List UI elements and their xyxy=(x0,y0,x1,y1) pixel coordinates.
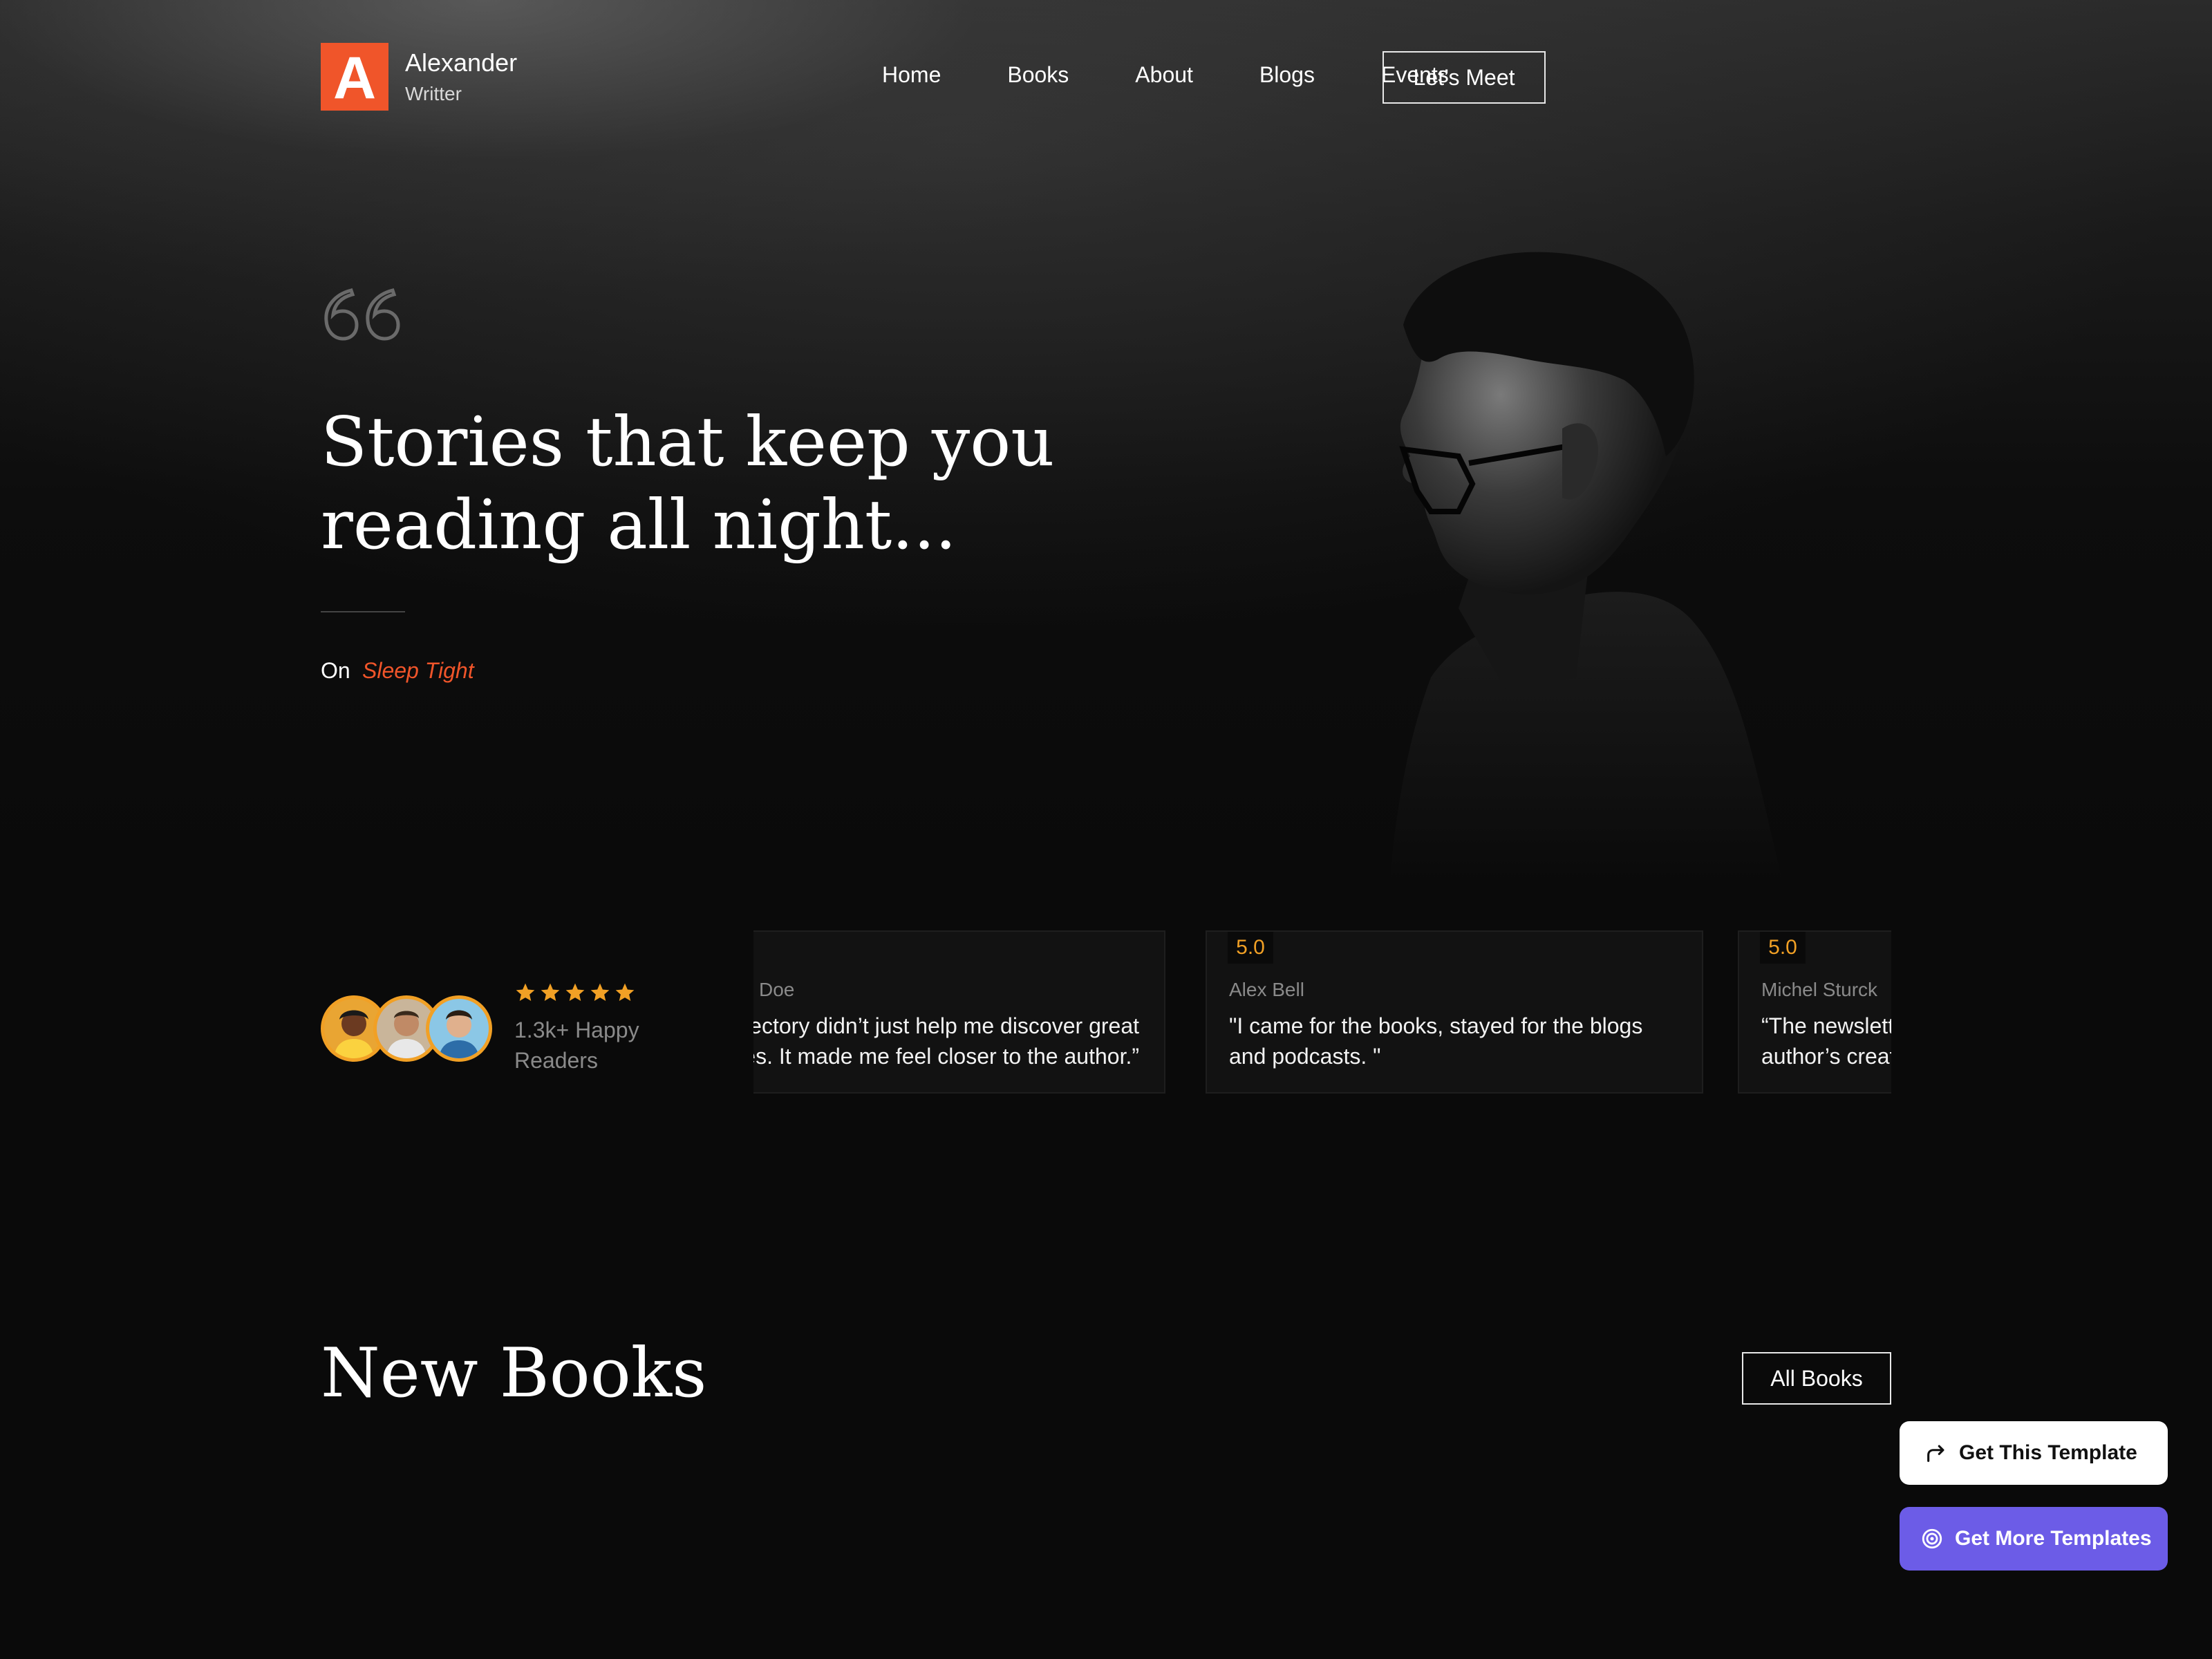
hero-divider xyxy=(321,611,405,612)
reviewer-name: Michel Sturck xyxy=(1761,979,1878,1000)
get-this-template-label: Get This Template xyxy=(1959,1441,2137,1464)
brand-role: Writter xyxy=(405,83,462,104)
star-icon xyxy=(615,983,635,1001)
review-card: Doe The book directory didn’t just help … xyxy=(753,930,1165,1094)
star-icon xyxy=(516,983,535,1001)
review-card: 5.0 Michel Sturck “The newsletter keeps … xyxy=(1738,930,1891,1094)
review-text: “The newsletter keeps me close to the au… xyxy=(1761,1013,1891,1069)
author-portrait xyxy=(1389,252,1783,885)
get-this-template-button[interactable]: Get This Template xyxy=(1900,1421,2168,1485)
reviewer-name: Alex Bell xyxy=(1229,979,1304,1000)
nav-books[interactable]: Books xyxy=(1007,62,1069,88)
review-text: "I came for the books, stayed for the bl… xyxy=(1229,1013,1643,1069)
reviewer-name: Doe xyxy=(759,979,795,1000)
review-card: 5.0 Alex Bell "I came for the books, sta… xyxy=(1206,930,1703,1094)
avatar xyxy=(426,995,492,1062)
logo-letter: A xyxy=(332,45,377,111)
happy-readers-count: 1.3k+ Happy Readers xyxy=(514,1018,639,1073)
brand-name[interactable]: Alexander xyxy=(405,48,517,77)
logo-mark[interactable]: A xyxy=(321,43,388,111)
nav-home[interactable]: Home xyxy=(882,62,941,88)
hero-book-link[interactable]: Sleep Tight xyxy=(362,658,474,684)
star-icon xyxy=(565,983,585,1001)
lets-meet-button[interactable]: Let’s Meet xyxy=(1382,51,1546,104)
target-icon xyxy=(1922,1528,1942,1549)
review-rating: 5.0 xyxy=(1228,932,1273,964)
quote-icon xyxy=(324,288,400,341)
review-text: The book directory didn’t just help me d… xyxy=(753,1013,1139,1069)
star-icon xyxy=(541,983,560,1001)
all-books-button[interactable]: All Books xyxy=(1742,1352,1891,1405)
hero-title: Stories that keep you reading all night.… xyxy=(321,403,1055,565)
nav-blogs[interactable]: Blogs xyxy=(1259,62,1315,88)
nav-about[interactable]: About xyxy=(1135,62,1193,88)
hero-on-label: On xyxy=(321,658,350,683)
share-arrow-icon xyxy=(1927,1445,1944,1462)
review-rating: 5.0 xyxy=(1760,932,1806,964)
reader-avatars xyxy=(321,995,494,1065)
get-more-templates-button[interactable]: Get More Templates xyxy=(1900,1507,2168,1571)
new-books-heading: New Books xyxy=(321,1334,707,1413)
site-header: A Alexander Writter Home Books About Blo… xyxy=(321,41,1891,113)
rating-stars xyxy=(514,982,639,1004)
reviews-carousel[interactable]: Doe The book directory didn’t just help … xyxy=(753,930,1891,1096)
star-icon xyxy=(590,983,610,1001)
get-more-templates-label: Get More Templates xyxy=(1955,1527,2152,1550)
main-nav: Home Books About Blogs Events xyxy=(882,62,1449,88)
